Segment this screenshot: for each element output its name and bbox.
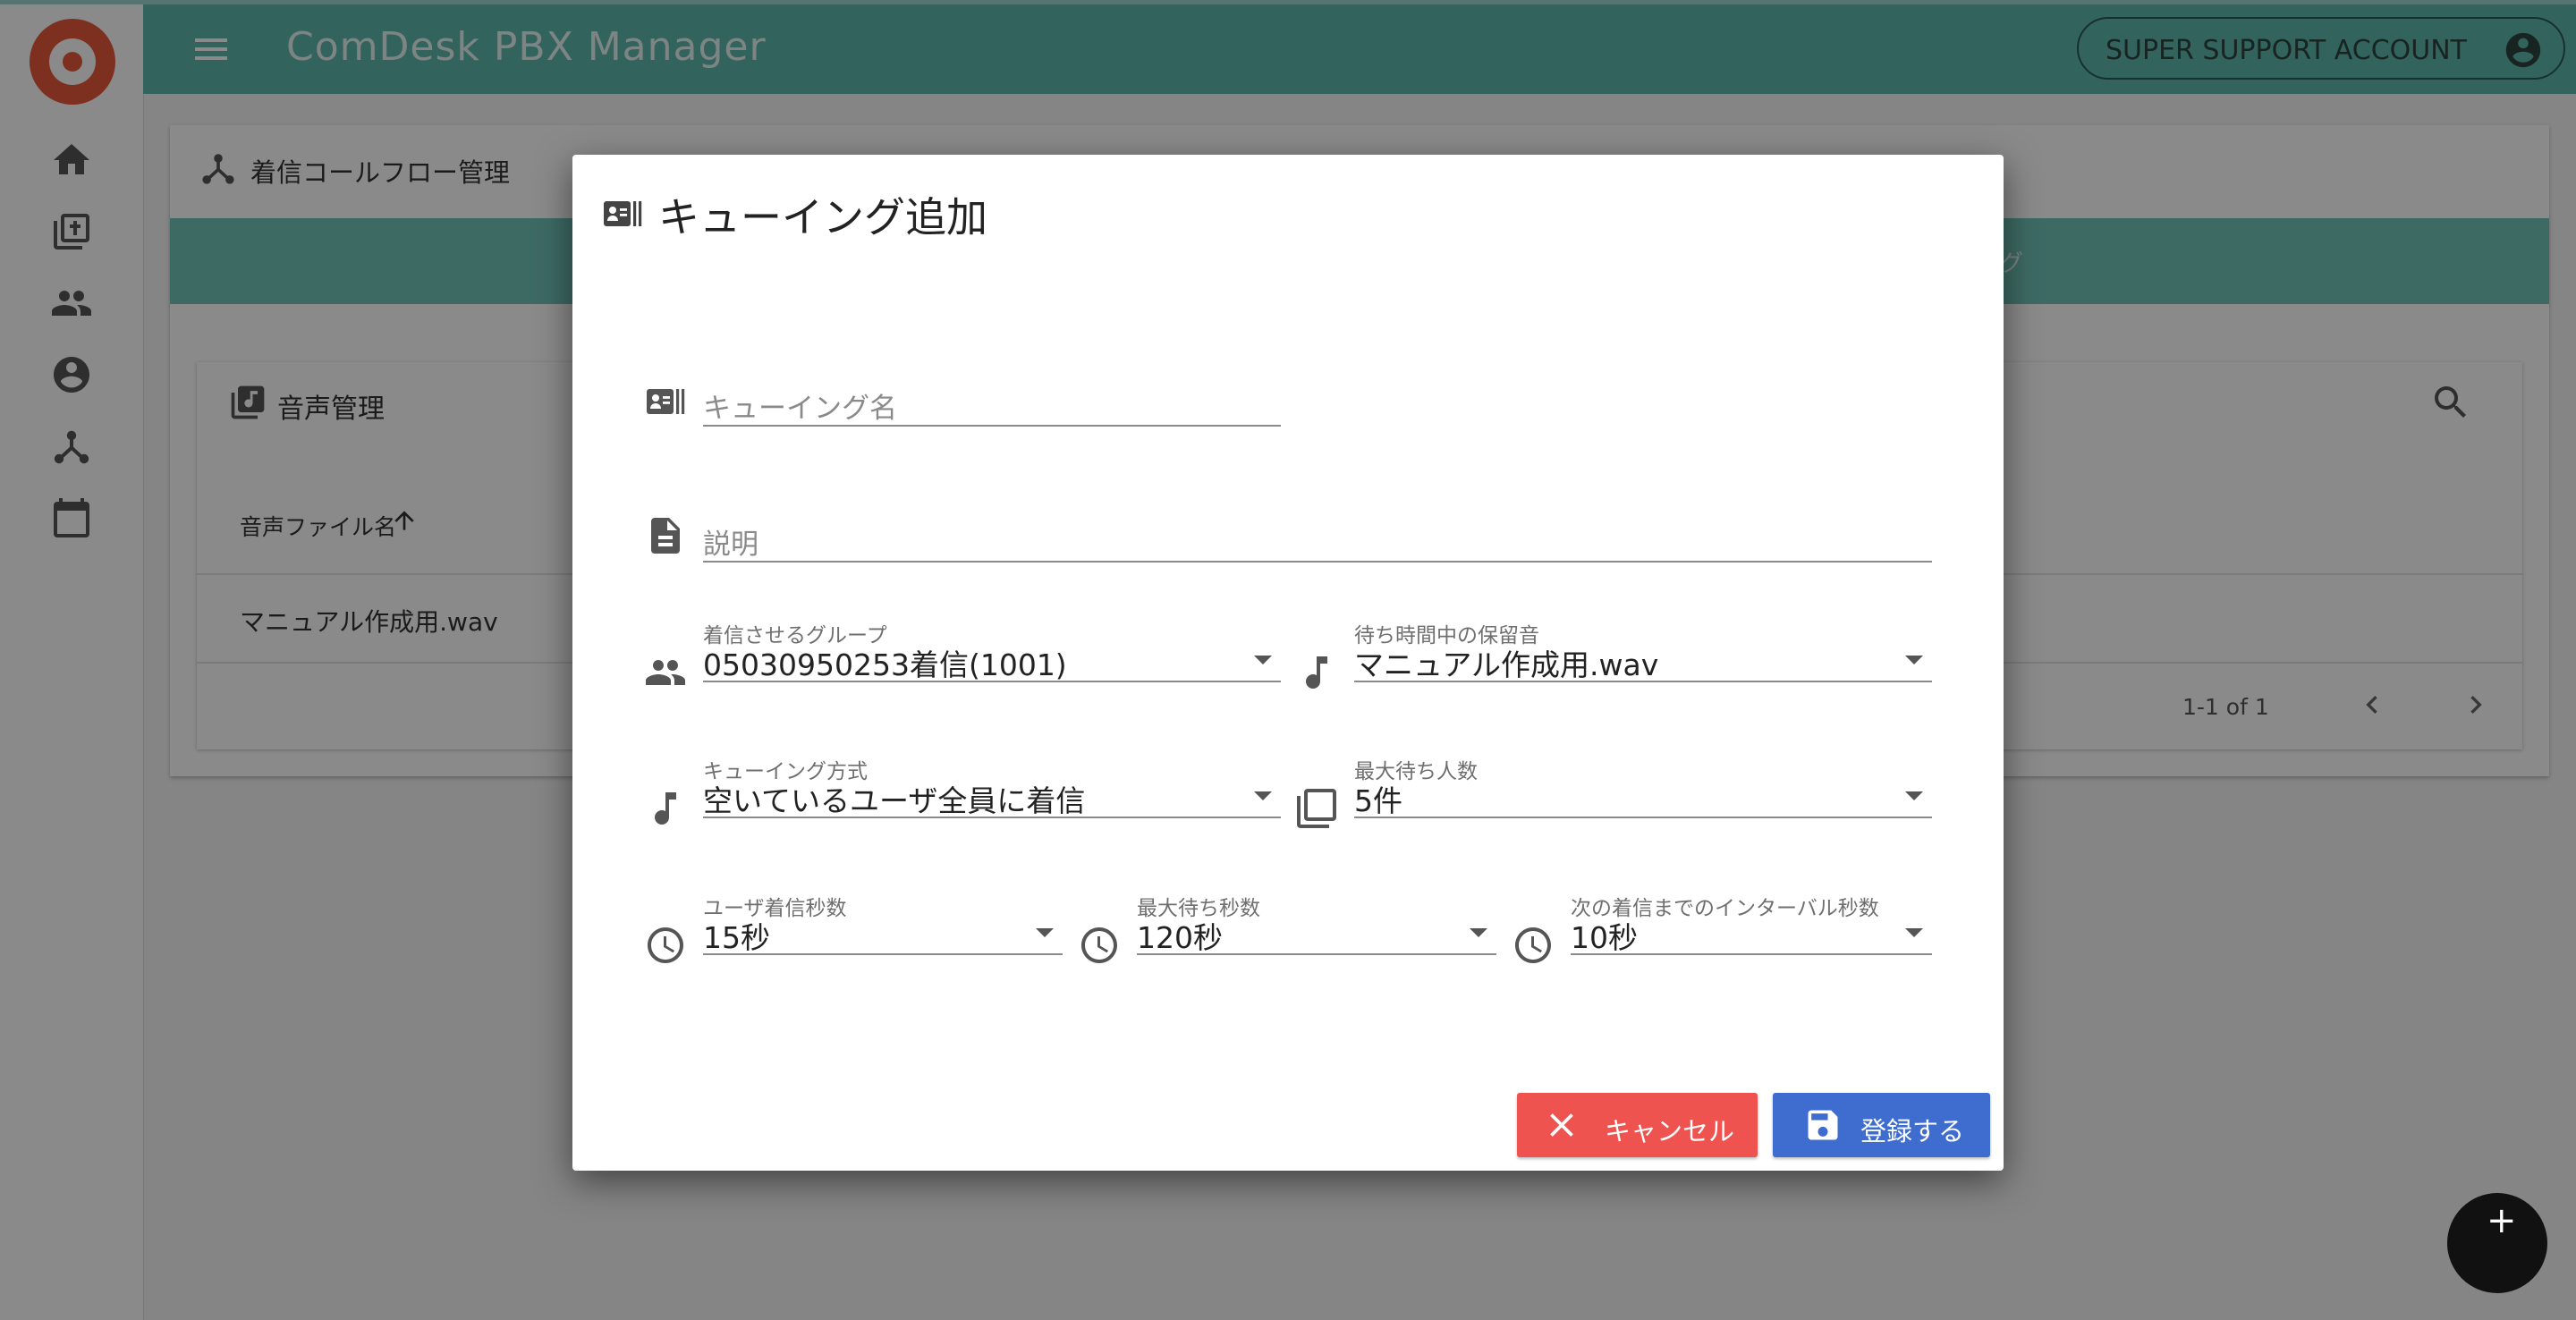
queue-name-placeholder: キューイング名 [703, 393, 897, 425]
chevron-down-icon [1254, 656, 1272, 664]
save-label: 登録する [1860, 1116, 1965, 1147]
contact-card-icon [644, 380, 687, 423]
interval-seconds-value: 10秒 [1571, 920, 1638, 955]
fab-plus-label: + [2487, 1200, 2517, 1241]
clock-icon [1078, 924, 1121, 967]
max-waiters-value: 5件 [1354, 783, 1402, 818]
chevron-down-icon [1905, 791, 1923, 800]
queue-method-value: 空いているユーザ全員に着信 [703, 783, 1086, 818]
save-button[interactable]: 登録する [1773, 1093, 1990, 1157]
filter-none-icon [1295, 787, 1338, 830]
interval-seconds-select[interactable]: 次の着信までのインターバル秒数 10秒 [1571, 893, 1932, 955]
cancel-button[interactable]: キャンセル [1517, 1093, 1758, 1157]
description-icon [644, 514, 687, 557]
music-note-icon [644, 787, 687, 830]
queue-method-select[interactable]: キューイング方式 空いているユーザ全員に着信 [703, 756, 1281, 818]
chevron-down-icon [1470, 928, 1487, 937]
dialog-title: キューイング追加 [658, 193, 987, 241]
clock-icon [1512, 924, 1555, 967]
queue-add-dialog: キューイング追加 キューイング名 説明 着信させるグループ 0503095025… [572, 155, 2004, 1171]
user-ring-seconds-select[interactable]: ユーザ着信秒数 15秒 [703, 893, 1063, 955]
group-select[interactable]: 着信させるグループ 05030950253着信(1001) [703, 620, 1281, 682]
max-wait-seconds-select[interactable]: 最大待ち秒数 120秒 [1137, 893, 1496, 955]
clock-icon [644, 924, 687, 967]
save-icon [1803, 1105, 1843, 1145]
hold-sound-value: マニュアル作成用.wav [1354, 647, 1659, 682]
cancel-label: キャンセル [1605, 1116, 1735, 1147]
add-fab-button[interactable]: + [2447, 1193, 2547, 1293]
user-ring-seconds-value: 15秒 [703, 920, 770, 955]
description-input[interactable]: 説明 [703, 500, 1932, 563]
group-value: 05030950253着信(1001) [703, 647, 1067, 682]
chevron-down-icon [1036, 928, 1054, 937]
description-placeholder: 説明 [703, 529, 758, 561]
chevron-down-icon [1254, 791, 1272, 800]
max-wait-seconds-value: 120秒 [1137, 920, 1223, 955]
queue-name-input[interactable]: キューイング名 [703, 364, 1281, 427]
hold-sound-select[interactable]: 待ち時間中の保留音 マニュアル作成用.wav [1354, 620, 1932, 682]
max-waiters-select[interactable]: 最大待ち人数 5件 [1354, 756, 1932, 818]
group-icon [644, 651, 687, 694]
close-icon [1542, 1105, 1581, 1145]
music-note-icon [1295, 651, 1338, 694]
chevron-down-icon [1905, 656, 1923, 664]
chevron-down-icon [1905, 928, 1923, 937]
contact-card-icon [601, 192, 644, 235]
